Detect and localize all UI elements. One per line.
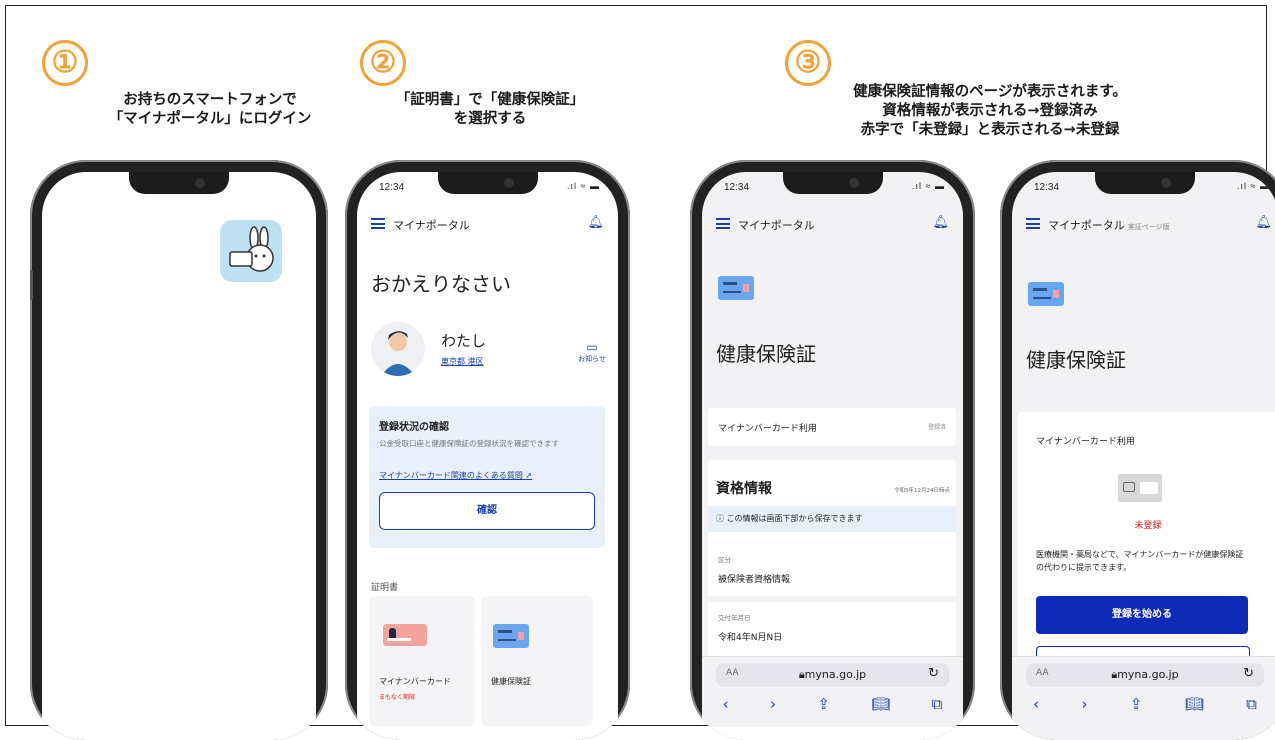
phone-1 bbox=[30, 160, 328, 740]
step-1-caption: お持ちのスマートフォンで 「マイナポータル」にログイン bbox=[108, 92, 312, 127]
phone-2-screen: 12:34 .ıl ≈ ▬ マイナポータル 🔔︎ おかえりなさい わたし 東京都 … bbox=[357, 172, 618, 740]
user-location[interactable]: 東京都 港区 bbox=[441, 356, 484, 367]
field1-value: 被保険者資格情報 bbox=[718, 575, 791, 585]
page-title: 健康保険証 bbox=[1026, 348, 1126, 372]
phone-3-screen: 12:34 .ıl ≈ ▬ マイナポータル 🔔︎ 健康保険証 マイナンバーカード利… bbox=[702, 172, 963, 740]
share-icon[interactable]: ⇪ bbox=[1130, 695, 1143, 719]
phone-2: 12:34 .ıl ≈ ▬ マイナポータル 🔔︎ おかえりなさい わたし 東京都 … bbox=[345, 160, 630, 740]
usage-status: 登録済 bbox=[927, 424, 946, 431]
phone-1-screen bbox=[42, 172, 316, 740]
confirm-button[interactable]: 確認 bbox=[379, 492, 595, 530]
tabs-icon[interactable]: ⧉ bbox=[932, 695, 943, 719]
unregistered-status: 未登録 bbox=[1134, 521, 1162, 531]
cert-card-health-insurance[interactable]: 健康保険証 bbox=[481, 596, 593, 726]
menu-icon[interactable] bbox=[371, 218, 385, 229]
step-1-number: ① bbox=[42, 40, 88, 86]
reload-icon[interactable]: ↻ bbox=[928, 666, 939, 681]
faq-link[interactable]: マイナンバーカード関連のよくある質問 ↗ bbox=[379, 470, 532, 481]
tabs-icon[interactable]: ⧉ bbox=[1246, 695, 1257, 719]
qual-title: 資格情報 bbox=[716, 481, 772, 497]
menu-icon[interactable] bbox=[1026, 218, 1040, 229]
app-name: マイナポータル bbox=[738, 219, 815, 232]
mynaportal-app-icon[interactable] bbox=[220, 220, 282, 282]
app-name: マイナポータル 実証ページ版 bbox=[1048, 219, 1170, 232]
browser-toolbar: AA 🔒︎myna.go.jp ↻ ‹ › ⇪ 📖︎ ⧉ bbox=[702, 656, 963, 727]
back-icon[interactable]: ‹ bbox=[1033, 695, 1039, 719]
phone-4-screen: 12:34 .ıl ≈ ▬ マイナポータル 実証ページ版 🔔︎ 健康保険証 マイナン… bbox=[1012, 172, 1275, 740]
usage-label: マイナンバーカード利用 bbox=[1036, 437, 1135, 447]
start-registration-button[interactable]: 登録を始める bbox=[1036, 596, 1248, 634]
info-banner: ⓘ この情報は画面下部から保存できます bbox=[708, 506, 956, 532]
address-bar[interactable]: AA 🔒︎myna.go.jp ↻ bbox=[1026, 663, 1264, 687]
bell-icon[interactable]: 🔔︎ bbox=[932, 215, 949, 230]
usage-desc: 医療機関・薬局などで、マイナンバーカードが健康保険証の代わりに提示できます。 bbox=[1036, 550, 1244, 572]
field1-label: 区分 bbox=[718, 556, 731, 564]
health-card-icon bbox=[1028, 282, 1064, 306]
bookmarks-icon[interactable]: 📖︎ bbox=[1185, 695, 1204, 719]
cert-card1-label: マイナンバーカード bbox=[379, 677, 451, 686]
forward-icon[interactable]: › bbox=[770, 695, 776, 719]
notice-icon: ▭ bbox=[586, 340, 598, 354]
greeting: おかえりなさい bbox=[371, 272, 511, 296]
browser-toolbar: AA 🔒︎myna.go.jp ↻ ‹ › ⇪ 📖︎ ⧉ bbox=[1012, 656, 1275, 727]
info-icon: ⓘ bbox=[716, 514, 724, 523]
cert-card-mynumber[interactable]: マイナンバーカード まもなく期限 bbox=[369, 596, 475, 726]
notice-button[interactable]: ▭ お知らせ bbox=[578, 340, 606, 364]
share-icon[interactable]: ⇪ bbox=[817, 695, 830, 719]
phone-3: 12:34 .ıl ≈ ▬ マイナポータル 🔔︎ 健康保険証 マイナンバーカード利… bbox=[690, 160, 975, 740]
field2-value: 令和4年N月N日 bbox=[718, 633, 783, 643]
app-bar: マイナポータル 🔔︎ bbox=[702, 212, 963, 238]
usage-label: マイナンバーカード利用 bbox=[718, 424, 817, 434]
certs-heading: 証明書 bbox=[371, 583, 399, 593]
reg-desc: 公金受取口座と健康保険証の登録状況を確認できます bbox=[379, 439, 559, 448]
bell-icon[interactable]: 🔔︎ bbox=[1255, 215, 1272, 230]
unregistered-card-icon bbox=[1118, 474, 1162, 502]
user-name: わたし bbox=[441, 332, 487, 350]
health-card-icon bbox=[718, 276, 754, 300]
step-3-caption: 健康保険証情報のページが表示されます。 資格情報が表示される→登録済み 赤字で「… bbox=[853, 84, 1127, 138]
menu-icon[interactable] bbox=[716, 218, 730, 229]
app-bar: マイナポータル 実証ページ版 🔔︎ bbox=[1012, 212, 1275, 238]
cert-card2-label: 健康保険証 bbox=[491, 677, 531, 686]
page-title: 健康保険証 bbox=[716, 342, 816, 366]
health-card-icon bbox=[493, 624, 529, 648]
phone-4: 12:34 .ıl ≈ ▬ マイナポータル 実証ページ版 🔔︎ 健康保険証 マイナン… bbox=[1000, 160, 1275, 740]
back-icon[interactable]: ‹ bbox=[723, 695, 729, 719]
registration-status-card: 登録状況の確認 公金受取口座と健康保険証の登録状況を確認できます マイナンバーカ… bbox=[369, 406, 605, 548]
usage-row: マイナンバーカード利用 登録済 bbox=[708, 408, 956, 446]
reload-icon[interactable]: ↻ bbox=[1243, 666, 1254, 681]
bookmarks-icon[interactable]: 📖︎ bbox=[871, 695, 890, 719]
avatar bbox=[371, 322, 425, 376]
cert-card1-sub: まもなく期限 bbox=[379, 694, 416, 701]
mynumber-card-icon bbox=[383, 624, 427, 646]
reg-title: 登録状況の確認 bbox=[379, 422, 449, 433]
step-2-caption: 「証明書」で「健康保険証」 を選択する bbox=[395, 92, 585, 127]
field2-label: 交付年月日 bbox=[718, 614, 751, 622]
qual-date: 令和5年12月24日時点 bbox=[894, 488, 950, 494]
address-bar[interactable]: AA 🔒︎myna.go.jp ↻ bbox=[716, 663, 949, 687]
step-2-number: ② bbox=[360, 40, 406, 86]
external-link-icon: ↗ bbox=[525, 471, 533, 480]
app-bar: マイナポータル 🔔︎ bbox=[357, 212, 618, 238]
step-3-number: ③ bbox=[785, 40, 831, 86]
app-name: マイナポータル bbox=[393, 219, 470, 232]
bell-icon[interactable]: 🔔︎ bbox=[587, 215, 604, 230]
forward-icon[interactable]: › bbox=[1081, 695, 1087, 719]
